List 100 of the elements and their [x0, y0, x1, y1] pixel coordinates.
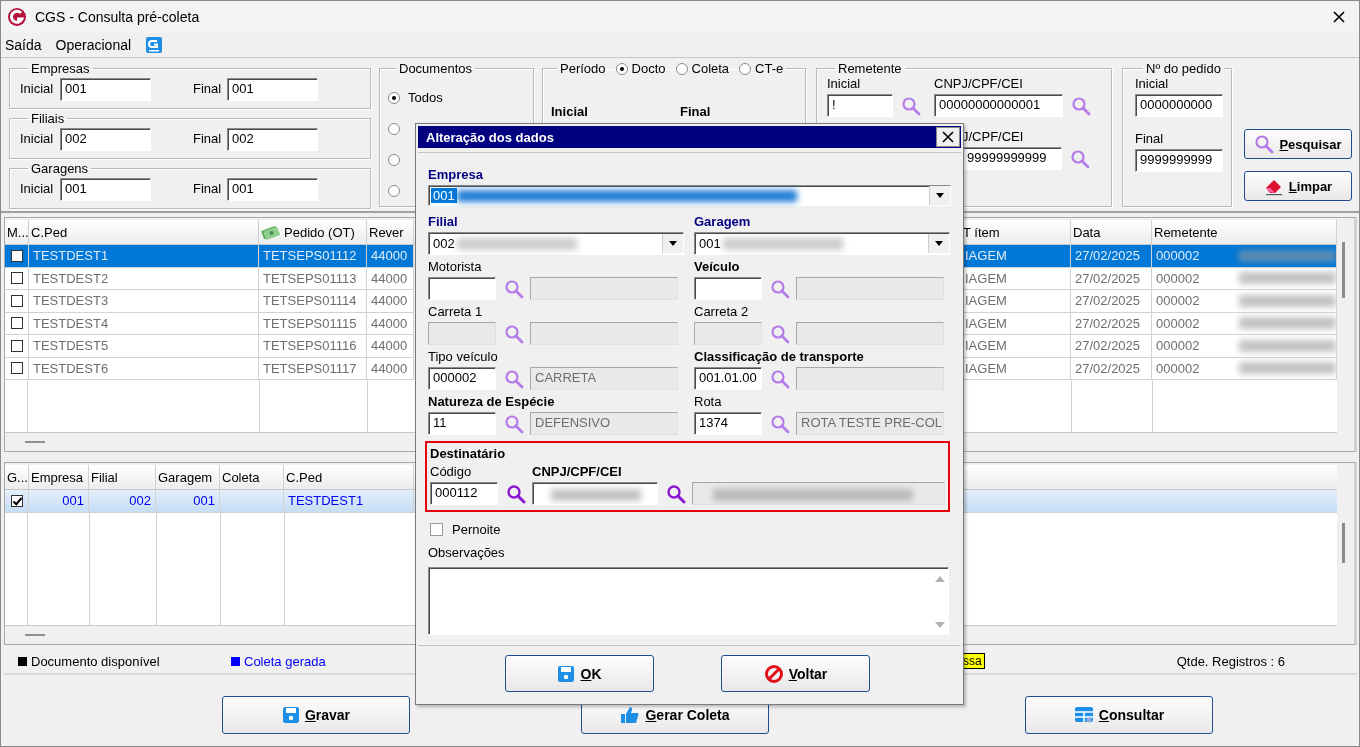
checkbox[interactable]	[10, 362, 23, 375]
radio-button[interactable]	[675, 62, 688, 75]
table-cell[interactable]: 27/02/2025	[1071, 335, 1152, 358]
description-field[interactable]	[796, 277, 944, 301]
column-header[interactable]: Data	[1071, 220, 1152, 244]
table-cell[interactable]: 27/02/2025	[1071, 245, 1152, 268]
table-cell[interactable]: TESTDEST6	[29, 357, 259, 380]
input-field[interactable]: 001	[227, 77, 318, 101]
table-cell[interactable]: TESTDEST4	[29, 312, 259, 335]
checkbox[interactable]	[10, 317, 23, 330]
radio-label[interactable]: CT-e	[755, 61, 784, 76]
input-field[interactable]: 001	[227, 177, 318, 201]
table-cell[interactable]: 002	[89, 490, 156, 513]
table-cell[interactable]: 000002	[1152, 267, 1337, 290]
radio-button[interactable]	[388, 153, 400, 166]
close-button[interactable]	[936, 127, 960, 147]
description-field[interactable]: DEFENSIVO	[530, 412, 678, 436]
action-button[interactable]: Limpar	[1244, 171, 1352, 201]
table-cell[interactable]: TETSEPS01113	[259, 267, 367, 290]
table-cell[interactable]: 000002	[1152, 357, 1337, 380]
radio-button[interactable]	[388, 91, 400, 104]
table-cell[interactable]: TESTDEST1	[284, 490, 414, 513]
input-field[interactable]	[694, 277, 762, 301]
description-field[interactable]	[692, 482, 945, 506]
table-cell[interactable]: TESTDEST3	[29, 290, 259, 313]
table-cell[interactable]: TETSEPS01117	[259, 357, 367, 380]
checkbox[interactable]	[10, 494, 23, 507]
text-area[interactable]	[428, 567, 949, 635]
table-cell[interactable]: TESTDEST5	[29, 335, 259, 358]
dropdown[interactable]: 001	[694, 232, 950, 256]
input-field[interactable]: 002	[227, 127, 318, 151]
table-cell[interactable]: 001	[29, 490, 89, 513]
radio-button[interactable]	[615, 62, 628, 75]
column-header[interactable]: M...	[5, 220, 29, 244]
table-cell[interactable]	[220, 490, 284, 513]
table-cell[interactable]: 000002	[1152, 312, 1337, 335]
column-header[interactable]: Filial	[89, 465, 156, 489]
input-field[interactable]: 000002	[428, 367, 496, 391]
input-field[interactable]: 001.01.00	[694, 367, 762, 391]
input-field[interactable]: 0000000000	[1135, 94, 1223, 117]
action-button[interactable]: OK	[505, 655, 654, 692]
table-cell[interactable]: 44000	[367, 267, 414, 290]
input-field[interactable]	[428, 277, 496, 301]
scroll-thumb[interactable]	[1342, 242, 1345, 298]
column-header[interactable]: Empresa	[29, 465, 89, 489]
description-field[interactable]	[796, 322, 944, 346]
column-header[interactable]: C.Ped	[284, 465, 414, 489]
input-field[interactable]: !	[827, 94, 893, 117]
column-header[interactable]: Garagem	[156, 465, 220, 489]
table-cell[interactable]: 44000	[367, 357, 414, 380]
action-button[interactable]: Consultar	[1025, 696, 1213, 734]
search-button[interactable]: Pesquisar	[1244, 129, 1352, 159]
dropdown[interactable]: 002	[428, 232, 684, 256]
checkbox[interactable]	[10, 249, 23, 262]
table-cell[interactable]: 44000	[367, 335, 414, 358]
input-field[interactable]: 9999999999	[1135, 149, 1223, 172]
radio-label[interactable]: Todos	[408, 90, 443, 105]
input-field[interactable]: 99999999999	[962, 147, 1062, 170]
description-field[interactable]	[796, 367, 944, 391]
table-cell[interactable]: 27/02/2025	[1071, 267, 1152, 290]
table-cell[interactable]: TESTDEST1	[29, 245, 259, 268]
table-cell[interactable]: 44000	[367, 312, 414, 335]
input-field[interactable]: 11	[428, 412, 496, 436]
column-header[interactable]: C.Ped	[29, 220, 259, 244]
input-field[interactable]: 001	[60, 77, 151, 101]
checkbox[interactable]	[10, 272, 23, 285]
table-cell[interactable]: TETSEPS01115	[259, 312, 367, 335]
table-cell[interactable]: TETSEPS01112	[259, 245, 367, 268]
table-cell[interactable]: 000002	[1152, 290, 1337, 313]
radio-label[interactable]: Coleta	[691, 61, 730, 76]
action-button[interactable]: Gravar	[222, 696, 410, 734]
input-field[interactable]: 000112	[430, 482, 498, 506]
table-cell[interactable]: IAGEM	[961, 245, 1071, 268]
description-field[interactable]	[530, 322, 678, 346]
input-field[interactable]: 00000000000001	[934, 94, 1063, 117]
radio-button[interactable]	[739, 62, 752, 75]
checkbox[interactable]	[430, 523, 443, 537]
input-field[interactable]: 002	[60, 127, 151, 151]
table-cell[interactable]: 27/02/2025	[1071, 312, 1152, 335]
scroll-thumb[interactable]	[1342, 523, 1345, 563]
column-header[interactable]: Coleta	[220, 465, 284, 489]
checkbox[interactable]	[10, 339, 23, 352]
table-cell[interactable]: 27/02/2025	[1071, 357, 1152, 380]
checkbox[interactable]	[10, 294, 23, 307]
column-header[interactable]: Rever	[367, 220, 414, 244]
input-field[interactable]: 001	[60, 177, 151, 201]
table-cell[interactable]: TESTDEST2	[29, 267, 259, 290]
action-button[interactable]: Voltar	[721, 655, 870, 692]
checkbox-label[interactable]: Pernoite	[452, 522, 501, 538]
dropdown[interactable]: 001	[428, 185, 951, 207]
table-cell[interactable]: TETSEPS01116	[259, 335, 367, 358]
description-field[interactable]: CARRETA	[530, 367, 678, 391]
column-header[interactable]: Pedido (OT)	[259, 220, 367, 244]
description-field[interactable]: ROTA TESTE PRE-COL	[796, 412, 944, 436]
table-cell[interactable]: 000002	[1152, 335, 1337, 358]
radio-button[interactable]	[388, 122, 400, 135]
table-cell[interactable]: 44000	[367, 290, 414, 313]
table-cell[interactable]: 000002	[1152, 245, 1337, 268]
scroll-up-arrow[interactable]	[935, 576, 945, 583]
menu-item[interactable]: Saída	[5, 37, 42, 53]
